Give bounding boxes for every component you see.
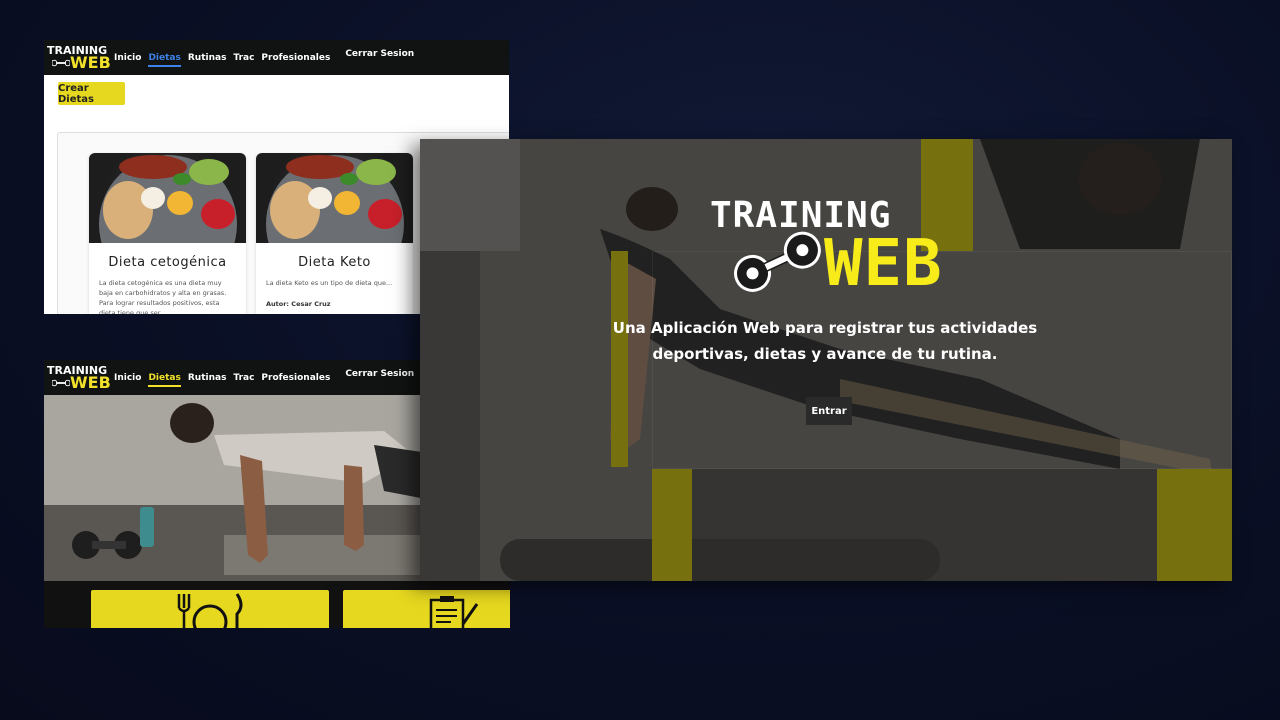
diet-card[interactable]: Dieta cetogénica La dieta cetogénica es … xyxy=(89,153,246,314)
nav-trac[interactable]: Trac xyxy=(233,373,254,383)
logo-line2: WEB xyxy=(70,372,111,392)
landing-tagline: Una Aplicación Web para registrar tus ac… xyxy=(612,319,1038,363)
nav-profesionales[interactable]: Profesionales xyxy=(261,53,330,63)
food-strawberries xyxy=(201,199,235,229)
food-egg xyxy=(308,187,332,209)
nav-inicio[interactable]: Inicio xyxy=(114,373,141,383)
crear-dietas-button[interactable]: Crear Dietas xyxy=(58,82,125,105)
logo-line2: WEB xyxy=(70,52,111,72)
features-strip xyxy=(44,581,510,628)
nav-dietas[interactable]: Dietas xyxy=(148,373,182,387)
diet-description: La dieta Keto es un tipo de dieta que... xyxy=(266,279,393,287)
diet-author: Autor: Cesar Cruz xyxy=(266,300,331,308)
dumbbell-icon xyxy=(52,59,70,66)
entrar-button[interactable]: Entrar xyxy=(806,397,852,425)
nav-rutinas[interactable]: Rutinas xyxy=(188,373,227,383)
logo[interactable]: TRAINING WEB xyxy=(46,42,111,74)
yellow-deco-block xyxy=(652,469,692,581)
food-avocado xyxy=(356,159,396,185)
food-yolk xyxy=(167,191,193,215)
food-avocado xyxy=(189,159,229,185)
fork-plate-knife-icon xyxy=(177,593,243,628)
navbar: TRAINING WEB Inicio Dietas Rutinas Trac … xyxy=(44,40,509,75)
nav-dietas[interactable]: Dietas xyxy=(148,53,182,67)
food-yolk xyxy=(334,191,360,215)
logout-link[interactable]: Cerrar Sesion xyxy=(345,49,414,59)
feature-card-rutinas[interactable] xyxy=(343,590,510,628)
logo-line2: WEB xyxy=(824,227,943,301)
diet-title: Dieta cetogénica xyxy=(108,255,227,270)
dumbbell-icon xyxy=(734,231,821,292)
dumbbell-icon xyxy=(52,379,70,386)
diet-description: La dieta cetogénica es una dieta muy baj… xyxy=(99,279,227,314)
food-basil xyxy=(340,173,358,185)
nav-rutinas[interactable]: Rutinas xyxy=(188,53,227,63)
yellow-deco-block xyxy=(1157,469,1232,581)
food-egg xyxy=(141,187,165,209)
diet-card[interactable]: Dieta Keto La dieta Keto es un tipo de d… xyxy=(256,153,413,314)
diet-food-image xyxy=(89,153,246,243)
nav-inicio[interactable]: Inicio xyxy=(114,53,141,63)
nav-profesionales[interactable]: Profesionales xyxy=(261,373,330,383)
diet-title: Dieta Keto xyxy=(298,255,371,270)
nav-trac[interactable]: Trac xyxy=(233,53,254,63)
food-basil xyxy=(173,173,191,185)
logo[interactable]: TRAINING WEB xyxy=(46,362,111,394)
feature-card-dietas[interactable] xyxy=(91,590,329,628)
logout-link[interactable]: Cerrar Sesion xyxy=(345,369,414,379)
food-strawberries xyxy=(368,199,402,229)
clipboard-icon xyxy=(429,596,479,628)
landing-screenshot: TRAINING WEB Una Aplicación Web para reg… xyxy=(420,139,1232,581)
diet-food-image xyxy=(256,153,413,243)
